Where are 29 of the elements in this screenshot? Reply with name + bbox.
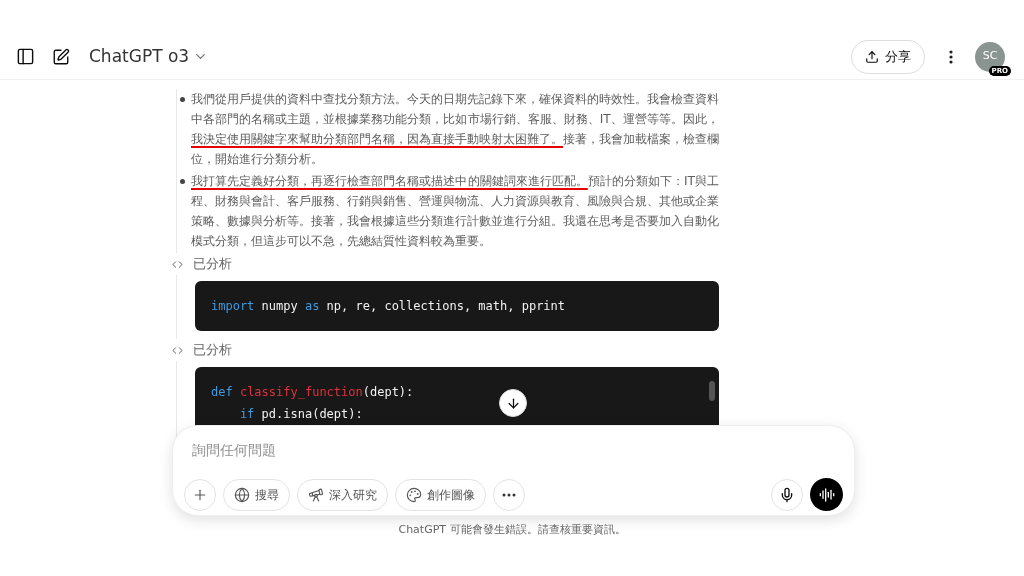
edit-icon (52, 47, 70, 66)
microphone-icon (779, 486, 795, 503)
code-line: def classify_function(dept): (211, 384, 414, 401)
code-line: if pd.isna(dept): (238, 406, 363, 423)
reasoning-paragraph: 我打算先定義好分類，再逐行檢查部門名稱或描述中的關鍵詞來進行匹配。預計的分類如下：IT與工程、財務與會計、客戶服務、行銷與銷售、營運與物流、人力資源與教育、風險與合規、其他或企業策略、數據與分析等。接著，我會根據這些分類進行計數並進行分組。我還在思考是否要加入自動化模式分類，但這步可以不急，先總結質性資料較為重要。 (191, 173, 719, 250)
voice-mode-button[interactable] (810, 478, 843, 511)
bullet-icon (179, 179, 185, 184)
prompt-input[interactable]: 詢問任何問題 (184, 440, 843, 461)
arrow-down-icon (505, 395, 521, 411)
code-line: import numpy as np, re, collections, math, pprint (211, 298, 566, 315)
model-selector[interactable]: ChatGPT o3 (89, 43, 209, 70)
reasoning-paragraph: 我們從用戶提供的資料中查找分類方法。今天的日期先記錄下來，確保資料的時效性。我會檢查資料中各部門的名稱或主題，並根據業務功能分類，比如市場行銷、客服、財務、IT、運營等等。因此， 我決定使用關鍵字來幫助分類部門名稱，因為直接手動映射太困難了。接著，我會加載檔案，檢查欄位，開始進行分類分析。 (191, 91, 719, 168)
more-icon (502, 492, 516, 497)
share-icon (865, 49, 879, 64)
code-icon (172, 258, 183, 270)
sidebar-toggle-button[interactable] (15, 46, 35, 67)
analyzed-label: 已分析 (193, 254, 232, 273)
scrollbar[interactable] (709, 381, 715, 401)
disclaimer-text: ChatGPT 可能會發生錯誤。請查核重要資訊。 (397, 522, 627, 538)
palette-icon (406, 486, 422, 503)
waveform-icon (818, 486, 835, 503)
new-chat-button[interactable] (51, 46, 71, 67)
analyzed-label: 已分析 (193, 340, 232, 359)
more-icon (949, 49, 953, 64)
bullet-icon (179, 97, 185, 102)
sidebar-icon (15, 47, 35, 66)
code-icon (172, 344, 183, 356)
telescope-icon (308, 486, 324, 503)
globe-icon (234, 486, 250, 503)
